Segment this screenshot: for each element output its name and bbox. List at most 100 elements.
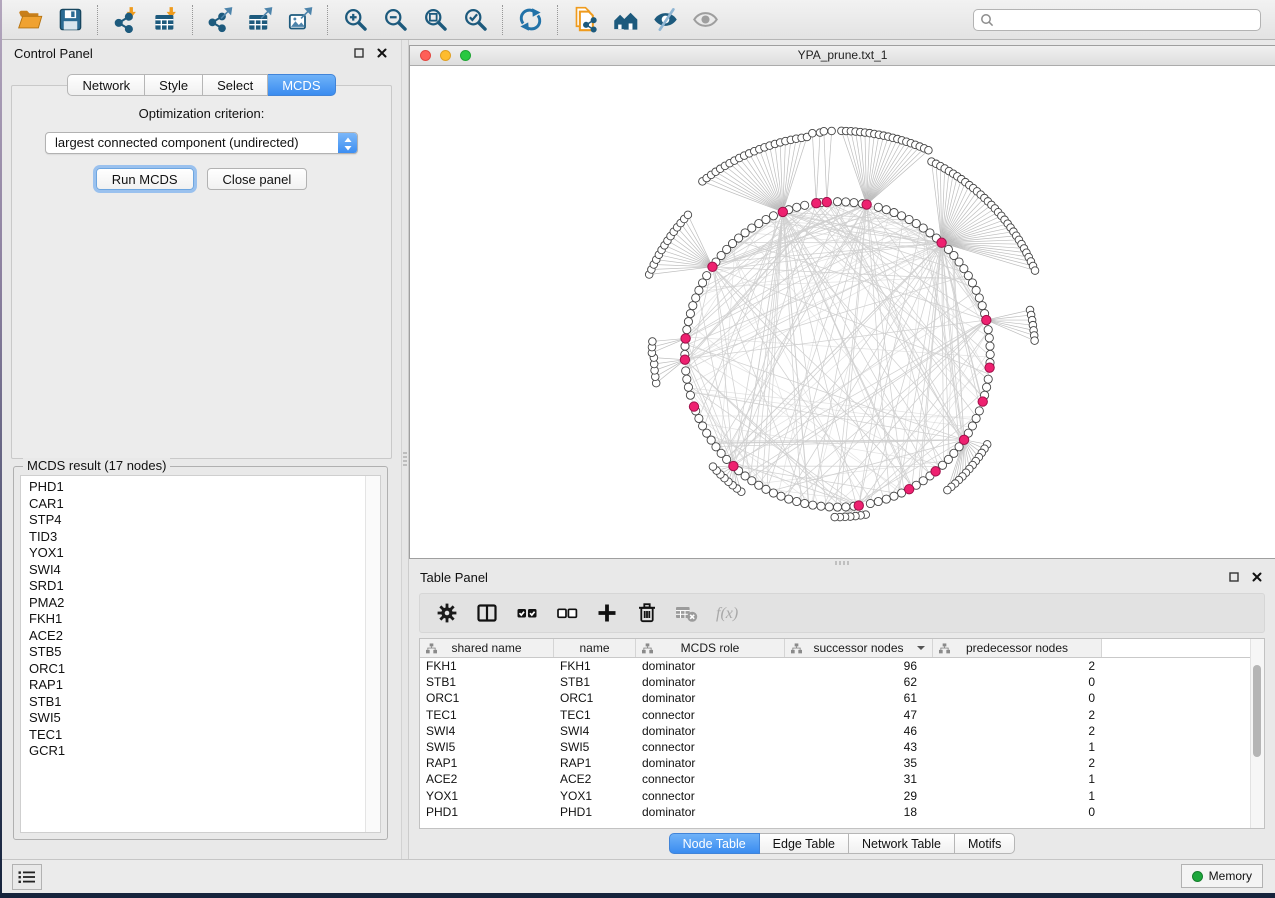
tab-motifs[interactable]: Motifs bbox=[955, 833, 1015, 854]
tab-network[interactable]: Network bbox=[67, 74, 145, 96]
hide-graphics-details-button[interactable] bbox=[645, 3, 685, 37]
zoom-selected-button[interactable] bbox=[455, 3, 495, 37]
column-header-MCDS-role[interactable]: MCDS role bbox=[636, 639, 785, 657]
graph-node[interactable] bbox=[897, 212, 905, 220]
graph-leaf-node[interactable] bbox=[831, 513, 839, 521]
float-panel-icon[interactable] bbox=[352, 46, 366, 60]
mcds-list-item[interactable]: ACE2 bbox=[29, 628, 380, 645]
graph-leaf-node[interactable] bbox=[809, 129, 817, 137]
run-mcds-button[interactable]: Run MCDS bbox=[96, 168, 194, 190]
graph-mcds-node[interactable] bbox=[931, 467, 940, 476]
graph-node[interactable] bbox=[983, 383, 991, 391]
graph-mcds-node[interactable] bbox=[854, 501, 863, 510]
graph-node[interactable] bbox=[986, 342, 994, 350]
graph-node[interactable] bbox=[762, 215, 770, 223]
network-graph[interactable] bbox=[410, 66, 1275, 558]
export-table-button[interactable] bbox=[240, 3, 280, 37]
graph-node[interactable] bbox=[809, 501, 817, 509]
graph-node[interactable] bbox=[833, 198, 841, 206]
table-row[interactable]: ACE2ACE2connector311 bbox=[420, 771, 1264, 787]
graph-node[interactable] bbox=[833, 503, 841, 511]
open-file-button[interactable] bbox=[10, 3, 50, 37]
graph-node[interactable] bbox=[817, 502, 825, 510]
graph-mcds-node[interactable] bbox=[681, 334, 690, 343]
table-row[interactable]: ORC1ORC1dominator610 bbox=[420, 690, 1264, 706]
graph-mcds-node[interactable] bbox=[985, 363, 994, 372]
graph-node[interactable] bbox=[695, 414, 703, 422]
graph-mcds-node[interactable] bbox=[680, 355, 689, 364]
graph-leaf-node[interactable] bbox=[709, 463, 717, 471]
graph-node[interactable] bbox=[683, 375, 691, 383]
graph-node[interactable] bbox=[874, 497, 882, 505]
share-document-button[interactable] bbox=[565, 3, 605, 37]
graph-mcds-node[interactable] bbox=[689, 402, 698, 411]
graph-node[interactable] bbox=[984, 326, 992, 334]
search-input[interactable] bbox=[973, 9, 1261, 31]
graph-node[interactable] bbox=[975, 407, 983, 415]
graph-node[interactable] bbox=[684, 383, 692, 391]
graph-node[interactable] bbox=[683, 326, 691, 334]
refresh-view-button[interactable] bbox=[510, 3, 550, 37]
mcds-list-item[interactable]: STB1 bbox=[29, 694, 380, 711]
horizontal-splitter[interactable] bbox=[409, 559, 1275, 566]
scrollbar-thumb[interactable] bbox=[1253, 665, 1261, 757]
close-window-icon[interactable] bbox=[420, 50, 431, 61]
graph-node[interactable] bbox=[801, 499, 809, 507]
graph-leaf-node[interactable] bbox=[649, 338, 657, 346]
mcds-list-item[interactable]: GCR1 bbox=[29, 743, 380, 760]
mcds-list-item[interactable]: STB5 bbox=[29, 644, 380, 661]
table-row[interactable]: SWI4SWI4dominator462 bbox=[420, 723, 1264, 739]
split-panel-button[interactable] bbox=[473, 600, 500, 627]
graph-mcds-node[interactable] bbox=[778, 207, 787, 216]
graph-node[interactable] bbox=[785, 495, 793, 503]
graph-node[interactable] bbox=[972, 286, 980, 294]
table-row[interactable]: SWI5SWI5connector431 bbox=[420, 739, 1264, 755]
network-canvas[interactable] bbox=[410, 66, 1275, 558]
mcds-list-item[interactable]: RAP1 bbox=[29, 677, 380, 694]
zoom-fit-button[interactable] bbox=[415, 3, 455, 37]
graph-node[interactable] bbox=[882, 495, 890, 503]
graph-node[interactable] bbox=[984, 375, 992, 383]
graph-node[interactable] bbox=[793, 203, 801, 211]
graph-node[interactable] bbox=[874, 203, 882, 211]
graph-node[interactable] bbox=[890, 209, 898, 217]
tab-select[interactable]: Select bbox=[203, 74, 268, 96]
mcds-list-item[interactable]: PHD1 bbox=[29, 479, 380, 496]
table-row[interactable]: TEC1TEC1connector472 bbox=[420, 707, 1264, 723]
table-row[interactable]: STB1STB1dominator620 bbox=[420, 674, 1264, 690]
tab-node-table[interactable]: Node Table bbox=[669, 833, 760, 854]
graph-mcds-node[interactable] bbox=[862, 200, 871, 209]
graph-node[interactable] bbox=[769, 489, 777, 497]
mcds-list-item[interactable]: SWI5 bbox=[29, 710, 380, 727]
tab-edge-table[interactable]: Edge Table bbox=[760, 833, 849, 854]
graph-node[interactable] bbox=[686, 310, 694, 318]
graph-node[interactable] bbox=[793, 497, 801, 505]
import-network-button[interactable] bbox=[105, 3, 145, 37]
mcds-list-item[interactable]: YOX1 bbox=[29, 545, 380, 562]
mcds-list-item[interactable]: SWI4 bbox=[29, 562, 380, 579]
memory-button[interactable]: Memory bbox=[1181, 864, 1263, 888]
add-column-button[interactable] bbox=[593, 600, 620, 627]
mcds-list-item[interactable]: SRD1 bbox=[29, 578, 380, 595]
mcds-list-item[interactable]: PMA2 bbox=[29, 595, 380, 612]
deselect-all-button[interactable] bbox=[553, 600, 580, 627]
graph-mcds-node[interactable] bbox=[978, 397, 987, 406]
graph-node[interactable] bbox=[777, 492, 785, 500]
export-image-button[interactable] bbox=[280, 3, 320, 37]
graph-leaf-node[interactable] bbox=[1031, 267, 1039, 275]
graph-leaf-node[interactable] bbox=[925, 146, 933, 154]
close-panel-icon[interactable] bbox=[375, 46, 389, 60]
graph-node[interactable] bbox=[682, 367, 690, 375]
criterion-select[interactable]: largest connected component (undirected) bbox=[45, 132, 358, 154]
mcds-list-item[interactable]: TEC1 bbox=[29, 727, 380, 744]
tab-style[interactable]: Style bbox=[145, 74, 203, 96]
mcds-result-list[interactable]: PHD1CAR1STP4TID3YOX1SWI4SRD1PMA2FKH1ACE2… bbox=[20, 475, 381, 833]
graph-leaf-node[interactable] bbox=[820, 127, 828, 135]
mcds-list-item[interactable]: FKH1 bbox=[29, 611, 380, 628]
mcds-list-item[interactable]: ORC1 bbox=[29, 661, 380, 678]
float-panel-icon[interactable] bbox=[1227, 570, 1241, 584]
network-window-titlebar[interactable]: YPA_prune.txt_1 bbox=[410, 46, 1275, 66]
graph-mcds-node[interactable] bbox=[937, 238, 946, 247]
minimize-window-icon[interactable] bbox=[440, 50, 451, 61]
graph-node[interactable] bbox=[850, 199, 858, 207]
